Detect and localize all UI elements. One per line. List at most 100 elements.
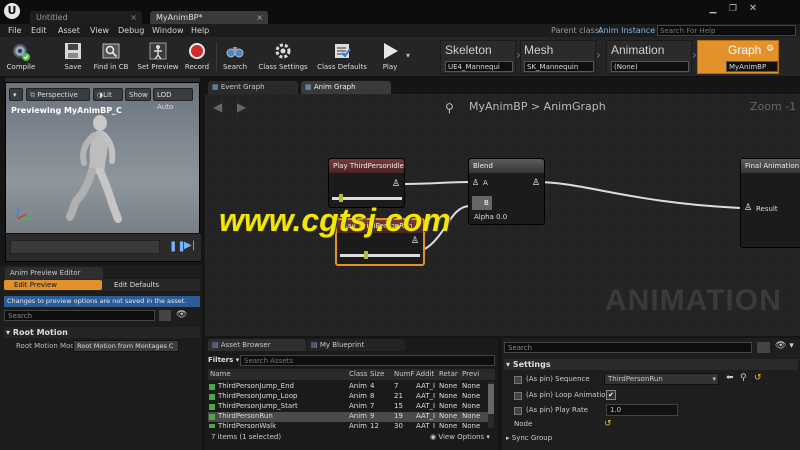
class-defaults-button[interactable]: Class Defaults [314,41,370,75]
tab-my-blueprint[interactable]: ▤ My Blueprint [307,339,405,351]
mode-graph-value[interactable]: MyAnimBP [726,61,778,72]
eye-icon[interactable]: 👁 ▾ [775,341,794,351]
tab-asset-browser[interactable]: ▤ Asset Browser [208,339,306,351]
asset-search-input[interactable]: Search Assets [240,355,495,366]
loop-animation-checkbox[interactable]: ✔ [606,390,616,400]
menu-file[interactable]: File [8,24,21,37]
breadcrumb-root[interactable]: MyAnimBP [469,100,527,113]
grid-view-icon[interactable] [757,342,770,353]
show-button[interactable]: Show [125,88,151,101]
eye-icon[interactable]: 👁 [176,310,187,320]
blend-alpha-field[interactable]: Alpha 0.0 [474,213,507,221]
sequence-pin-checkbox[interactable] [514,376,522,384]
sync-group-section[interactable]: ▸ Sync Group [504,433,798,444]
view-options-button[interactable]: ◉ View Options ▾ [430,433,490,441]
table-row[interactable]: ThirdPersonWalk Anim 12 30 AAT_I None None [208,422,488,428]
pose-pin-icon[interactable]: ♙ [532,178,540,188]
menu-help[interactable]: Help [191,24,209,37]
close-window-button[interactable]: ✕ [746,3,760,15]
breadcrumb-leaf[interactable]: AnimGraph [544,100,606,113]
mode-mesh[interactable]: Mesh SK_Mannequin [520,40,596,74]
record-button[interactable]: Record [183,41,211,75]
reset-arrow-icon[interactable]: ↺ [754,373,762,383]
edit-defaults-button[interactable]: Edit Defaults [114,280,159,290]
sequence-dropdown[interactable]: ThirdPersonRun ▾ [604,373,719,385]
pose-pin-icon[interactable]: ♙ [392,179,400,189]
minimize-button[interactable]: ▁ [706,3,720,15]
pose-pin-icon[interactable]: ♙ [744,203,752,213]
perspective-button[interactable]: ⧉ Perspective [26,88,90,101]
loop-pin-checkbox[interactable] [514,392,522,400]
pose-pin-icon[interactable]: ♙ [472,178,479,187]
tab-untitled[interactable]: Untitled × [30,11,142,24]
lod-button[interactable]: LOD Auto [153,88,193,111]
viewport-options-button[interactable]: ▾ [9,88,23,101]
lit-button[interactable]: ◑Lit [93,88,123,101]
parent-class-link[interactable]: Anim Instance [598,24,655,37]
play-rate-input[interactable]: 1.0 [606,404,678,416]
close-icon[interactable]: × [130,11,137,24]
anim-preview-editor-tab[interactable]: Anim Preview Editor [5,267,103,279]
edit-preview-button[interactable]: Edit Preview [4,280,102,290]
mode-skeleton-value[interactable]: UE4_Mannequi [445,61,513,72]
step-forward-icon[interactable]: ▶| [184,240,196,252]
preview-viewport[interactable]: ▾ ⧉ Perspective ◑Lit Show LOD Auto Previ… [5,82,201,262]
grid-view-icon[interactable] [159,310,171,321]
class-settings-button[interactable]: Class Settings [256,41,310,75]
mode-mesh-value[interactable]: SK_Mannequin [524,61,594,72]
menu-window[interactable]: Window [152,24,184,37]
set-preview-button[interactable]: Set Preview [136,41,180,75]
forward-arrow-icon[interactable]: ▶ [237,100,246,114]
final-pose-node[interactable]: Final Animation P ♙ Result [740,158,800,248]
table-cell: 12 [370,422,379,428]
menu-debug[interactable]: Debug [118,24,144,37]
column-numframes[interactable]: NumF [394,369,415,380]
mode-graph[interactable]: Graph ⚙ MyAnimBP [697,40,779,74]
root-motion-mode-dropdown[interactable]: Root Motion from Montages C [73,340,179,352]
asset-list-scrollbar[interactable] [488,382,494,428]
use-selected-arrow-icon[interactable]: ⬅ [726,373,734,383]
column-name[interactable]: Name [210,369,231,380]
tab-anim-graph[interactable]: ▦ Anim Graph [301,81,391,94]
preview-search-input[interactable]: Search [4,310,155,321]
table-cell: AAT_I [416,422,436,428]
menu-edit[interactable]: Edit [31,24,47,37]
compile-button[interactable]: Compile [4,41,38,75]
tab-myanimbp[interactable]: MyAnimBP* × [150,11,268,24]
column-retarget[interactable]: Retar [439,369,458,380]
menu-view[interactable]: View [90,24,109,37]
anim-graph-canvas[interactable]: ◀ ▶ ⚲ MyAnimBP > AnimGraph Zoom -1 ANIMA… [205,94,800,336]
reset-arrow-icon[interactable]: ↺ [604,419,612,429]
loop-property-row: (As pin) Loop Animation ✔ [504,389,798,402]
column-preview[interactable]: Previ [462,369,479,380]
mode-animation[interactable]: Animation (None) [606,40,692,74]
filters-button[interactable]: Filters ▾ [208,356,239,364]
column-size[interactable]: Size [370,369,384,380]
details-search-input[interactable]: Search [504,342,752,353]
play-idle-node[interactable]: Play ThirdPersonIdle ♙ [328,158,405,208]
restore-button[interactable]: ❐ [726,3,740,15]
save-button[interactable]: Save [60,41,86,75]
mode-animation-value[interactable]: (None) [611,61,689,72]
back-arrow-icon[interactable]: ◀ [213,100,222,114]
unreal-logo[interactable]: U [4,3,20,19]
find-in-cb-button[interactable]: Find in CB [91,41,131,75]
pause-icon[interactable]: ❚❚ [169,241,186,253]
tab-event-graph[interactable]: ▦ Event Graph [208,81,298,94]
mode-skeleton[interactable]: Skeleton UE4_Mannequi [440,40,516,74]
timeline-scrubber[interactable] [10,240,160,254]
play-options-dropdown[interactable]: ▾ [406,51,410,60]
menu-asset[interactable]: Asset [58,24,80,37]
column-additive[interactable]: Addit [416,369,434,380]
settings-section[interactable]: ▾ Settings [504,359,798,370]
column-class[interactable]: Class [349,369,367,380]
root-motion-section[interactable]: ▾ Root Motion [4,327,200,338]
play-button[interactable]: Play [376,41,404,75]
help-search-input[interactable]: Search For Help [657,25,796,36]
close-icon[interactable]: × [256,11,263,24]
play-rate-pin-checkbox[interactable] [514,407,522,415]
blend-pin-b[interactable]: B [472,196,492,210]
search-button[interactable]: Search [220,41,250,75]
browse-search-icon[interactable]: ⚲ [740,373,747,383]
blend-node[interactable]: Blend ♙ A B Alpha 0.0 ♙ [468,158,545,225]
